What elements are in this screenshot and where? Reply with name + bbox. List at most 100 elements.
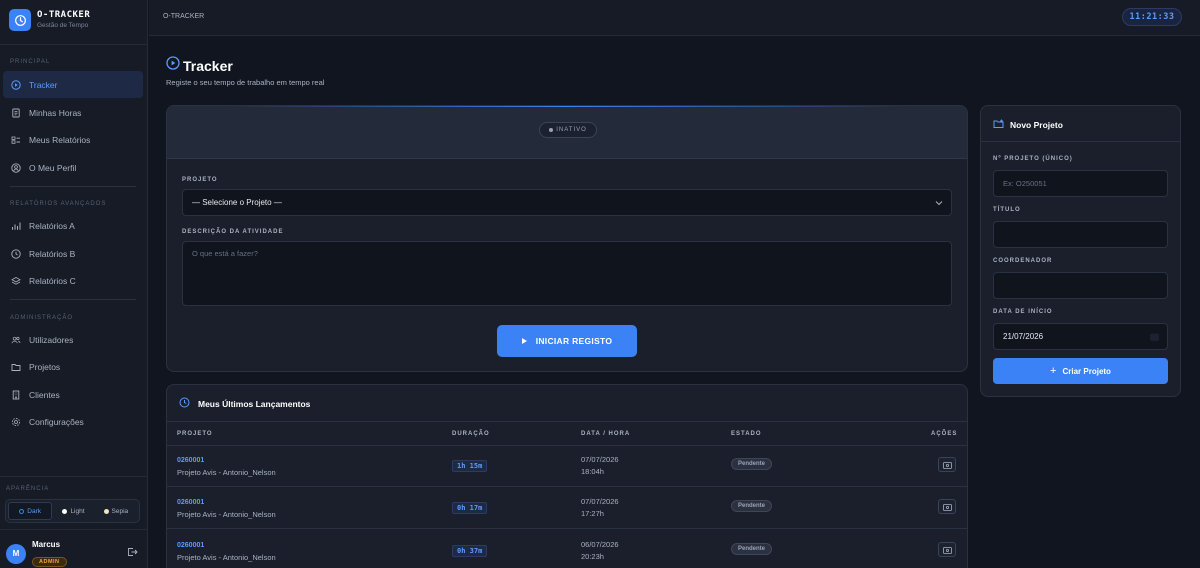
start-tracking-button[interactable]: INICIAR REGISTO bbox=[497, 325, 637, 357]
sidebar-item-clientes[interactable]: Clientes bbox=[3, 381, 143, 408]
datetime: 06/07/2026 20:23h bbox=[581, 539, 619, 563]
app-subtitle: Gestão de Tempo bbox=[37, 22, 89, 29]
start-date-value: 21/07/2026 bbox=[1003, 332, 1044, 341]
entry-time: 18:04h bbox=[581, 467, 604, 476]
project-code-link[interactable]: 0260001 bbox=[177, 455, 276, 466]
entry-date: 07/07/2026 bbox=[581, 455, 619, 464]
accent-line bbox=[227, 106, 907, 107]
breadcrumb: O-TRACKER bbox=[163, 13, 205, 20]
sidebar-item-relatorios-c[interactable]: Relatórios C bbox=[3, 267, 143, 294]
duration-badge: 1h 15m bbox=[452, 460, 488, 472]
new-project-header: Novo Projeto bbox=[993, 119, 1063, 131]
sidebar-item-utilizadores[interactable]: Utilizadores bbox=[3, 326, 143, 353]
theme-option-label: Dark bbox=[27, 507, 42, 515]
folder-plus-icon bbox=[993, 119, 1004, 131]
sidebar-item-label: Relatórios B bbox=[29, 248, 76, 259]
start-tracking-label: INICIAR REGISTO bbox=[535, 336, 613, 346]
theme-option-light[interactable]: Light bbox=[52, 502, 94, 520]
description-label: DESCRIÇÃO DA ATIVIDADE bbox=[182, 229, 284, 235]
project-select[interactable]: — Selecione o Projeto — bbox=[182, 189, 952, 216]
page-subtitle: Registe o seu tempo de trabalho em tempo… bbox=[166, 78, 325, 87]
sidebar-item-tracker[interactable]: Tracker bbox=[3, 71, 143, 98]
column-header: ESTADO bbox=[731, 431, 762, 437]
recent-entries-title: Meus Últimos Lançamentos bbox=[198, 398, 311, 409]
project-code-link[interactable]: 0260001 bbox=[177, 540, 276, 551]
theme-option-dark[interactable]: Dark bbox=[8, 502, 53, 520]
tracker-status-bar: INATIVO bbox=[167, 106, 967, 159]
sidebar-item-label: Projetos bbox=[29, 361, 61, 372]
start-date-label: DATA DE INÍCIO bbox=[993, 309, 1053, 315]
sidebar-item-relatorios-a[interactable]: Relatórios A bbox=[3, 212, 143, 239]
sidebar-item-minhas-horas[interactable]: Minhas Horas bbox=[3, 99, 143, 126]
avatar: M bbox=[6, 543, 26, 564]
project-label: PROJETO bbox=[182, 177, 218, 183]
divider bbox=[0, 476, 148, 477]
project-number-label: Nº PROJETO (ÚNICO) bbox=[993, 156, 1073, 162]
history-clock-icon bbox=[179, 397, 190, 410]
status-badge: INATIVO bbox=[539, 122, 597, 138]
sidebar-item-projetos[interactable]: Projetos bbox=[3, 353, 143, 380]
sidebar-item-label: Minhas Horas bbox=[29, 107, 82, 118]
status-badge: Pendente bbox=[731, 543, 773, 555]
project-name: Projeto Avis - Antonio_Nelson bbox=[177, 468, 276, 477]
appearance-label: APARÊNCIA bbox=[6, 486, 50, 492]
sidebar-item-label: Relatórios A bbox=[29, 220, 75, 231]
project-name: Projeto Avis - Antonio_Nelson bbox=[177, 510, 276, 519]
datetime: 07/07/2026 17:27h bbox=[581, 496, 619, 520]
layers-icon bbox=[11, 276, 21, 286]
column-header: PROJETO bbox=[177, 431, 213, 437]
play-circle-icon bbox=[11, 79, 21, 90]
gear-icon bbox=[11, 417, 21, 427]
view-entry-button[interactable] bbox=[938, 457, 956, 472]
duration-badge: 0h 17m bbox=[452, 502, 488, 514]
play-circle-icon bbox=[166, 56, 180, 75]
app-name: O-TRACKER bbox=[37, 10, 91, 20]
document-icon bbox=[11, 108, 21, 118]
project-title-input[interactable] bbox=[993, 221, 1168, 248]
user-icon bbox=[11, 162, 21, 173]
sidebar-item-relatorios-b[interactable]: Relatórios B bbox=[3, 240, 143, 267]
page-title-text: Tracker bbox=[183, 57, 233, 74]
view-icon bbox=[942, 498, 952, 516]
section-label-administracao: ADMINISTRAÇÃO bbox=[10, 315, 74, 321]
column-header: DURAÇÃO bbox=[452, 431, 490, 437]
sidebar-item-meus-relatorios[interactable]: Meus Relatórios bbox=[3, 126, 143, 153]
view-icon bbox=[942, 541, 952, 559]
status-dot-icon bbox=[549, 128, 554, 132]
brand[interactable]: O-TRACKER Gestão de Tempo bbox=[9, 9, 90, 31]
theme-option-sepia[interactable]: Sepia bbox=[95, 502, 137, 520]
project-number-input[interactable]: Ex: O250051 bbox=[993, 170, 1168, 197]
new-project-title: Novo Projeto bbox=[1010, 120, 1063, 130]
status-text: INATIVO bbox=[556, 127, 587, 133]
new-project-card: Novo Projeto Nº PROJETO (ÚNICO) Ex: O250… bbox=[980, 105, 1181, 397]
entry-time: 20:23h bbox=[581, 552, 604, 561]
coordinator-input[interactable] bbox=[993, 272, 1168, 299]
view-entry-button[interactable] bbox=[938, 542, 956, 557]
column-header: AÇÕES bbox=[931, 431, 958, 437]
sun-icon bbox=[62, 508, 68, 514]
create-project-button[interactable]: + Criar Projeto bbox=[993, 358, 1168, 384]
sidebar-item-label: Configurações bbox=[29, 416, 84, 427]
sidebar-item-label: O Meu Perfil bbox=[29, 162, 77, 173]
sidebar-item-o-meu-perfil[interactable]: O Meu Perfil bbox=[3, 154, 143, 181]
divider bbox=[10, 299, 136, 300]
coordinator-label: COORDENADOR bbox=[993, 258, 1053, 264]
section-label-relatorios-avancados: RELATÓRIOS AVANÇADOS bbox=[10, 201, 107, 207]
sidebar-item-configuracoes[interactable]: Configurações bbox=[3, 408, 143, 435]
status-badge: Pendente bbox=[731, 500, 773, 512]
theme-option-label: Light bbox=[70, 507, 85, 515]
theme-option-label: Sepia bbox=[111, 507, 129, 515]
view-entry-button[interactable] bbox=[938, 499, 956, 514]
theme-switcher: Dark Light Sepia bbox=[5, 499, 140, 523]
description-textarea[interactable]: O que está a fazer? bbox=[182, 241, 952, 306]
start-date-input[interactable]: 21/07/2026 bbox=[993, 323, 1168, 350]
calendar-icon[interactable] bbox=[1150, 333, 1159, 343]
divider bbox=[0, 44, 148, 45]
user-profile[interactable]: M Marcus ADMIN bbox=[6, 539, 67, 568]
logout-icon[interactable] bbox=[127, 544, 138, 562]
duration-badge: 0h 37m bbox=[452, 545, 488, 557]
users-icon bbox=[11, 335, 21, 345]
list-icon bbox=[11, 135, 21, 145]
project-code-link[interactable]: 0260001 bbox=[177, 497, 276, 508]
column-header: DATA / HORA bbox=[581, 431, 631, 437]
